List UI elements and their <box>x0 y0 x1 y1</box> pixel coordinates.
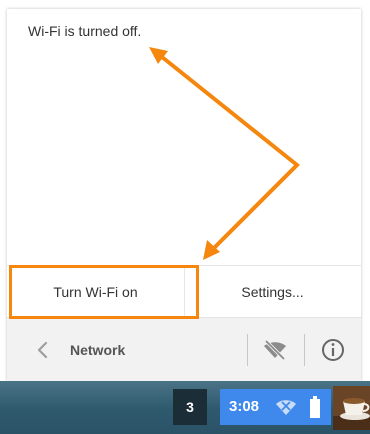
chevron-left-icon <box>37 341 48 359</box>
network-panel: Wi-Fi is turned off. Turn Wi-Fi on Setti… <box>7 9 361 382</box>
wifi-off-icon <box>276 400 296 415</box>
info-icon <box>322 339 344 361</box>
status-tray[interactable]: 3:08 <box>220 389 331 425</box>
header-separator <box>304 334 305 366</box>
network-title: Network <box>70 342 126 358</box>
header-separator <box>247 334 248 366</box>
screenshot-stage: Wi-Fi is turned off. Turn Wi-Fi on Setti… <box>0 0 370 434</box>
shelf-badge[interactable]: 3 <box>173 389 207 425</box>
info-button[interactable] <box>319 336 347 364</box>
settings-button[interactable]: Settings... <box>184 266 361 318</box>
wifi-status-message: Wi-Fi is turned off. <box>28 23 142 39</box>
back-button[interactable] <box>31 338 55 362</box>
wallpaper-thumbnail <box>333 386 370 430</box>
coffee-cup-image <box>333 386 370 430</box>
network-header: Network <box>7 317 361 382</box>
battery-icon <box>310 396 320 418</box>
clock-time: 3:08 <box>229 398 260 415</box>
wifi-off-icon <box>264 339 286 361</box>
wifi-toggle-button[interactable] <box>261 336 289 364</box>
turn-wifi-on-button[interactable]: Turn Wi-Fi on <box>7 266 184 318</box>
action-row: Turn Wi-Fi on Settings... <box>7 265 361 318</box>
